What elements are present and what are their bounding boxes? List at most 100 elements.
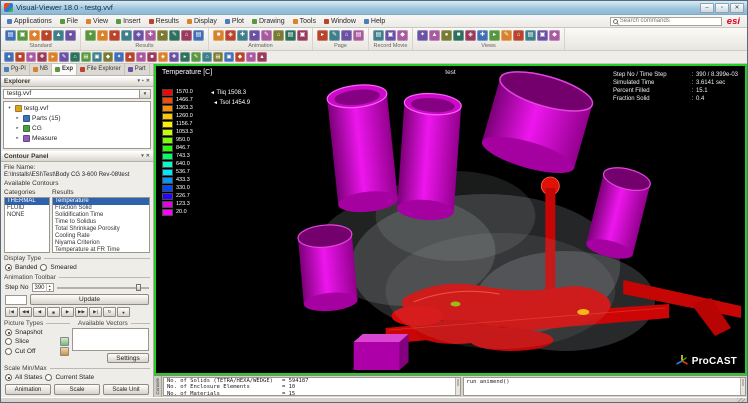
zoom-out-icon[interactable]: ▣ — [537, 30, 548, 41]
tree-item[interactable]: ▸CG — [4, 123, 150, 133]
select-icon[interactable]: ▸ — [48, 52, 58, 62]
menu-applications[interactable]: Applications — [3, 15, 56, 27]
cut-section-icon[interactable]: ● — [109, 30, 120, 41]
first-button[interactable]: |◀ — [5, 307, 18, 317]
console-scrollbar[interactable] — [455, 378, 460, 395]
cutoff-icon[interactable] — [60, 347, 69, 356]
menu-results[interactable]: Results — [145, 15, 183, 27]
undo-icon[interactable]: ◈ — [26, 52, 36, 62]
anim-settings-icon[interactable]: ▣ — [297, 30, 308, 41]
command-console[interactable]: run animend() — [463, 377, 746, 396]
bottom-view-icon[interactable]: ▸ — [489, 30, 500, 41]
front-view-icon[interactable]: ▲ — [429, 30, 440, 41]
current-state-radio[interactable] — [45, 374, 52, 381]
viewport-3d[interactable]: Temperature [C] test 1570.01466.71363.31… — [154, 64, 747, 375]
scale-button[interactable]: Scale — [54, 384, 100, 395]
image-icon[interactable]: ✎ — [169, 30, 180, 41]
min-max-icon[interactable]: ◈ — [133, 30, 144, 41]
results-list[interactable]: TemperatureFraction SolidSolidification … — [52, 197, 150, 253]
vectors-list[interactable] — [72, 328, 149, 351]
export-video-icon[interactable]: ◆ — [397, 30, 408, 41]
pan-icon[interactable]: ⌂ — [513, 30, 524, 41]
command-scrollbar[interactable] — [740, 378, 745, 395]
spinner-arrows-icon[interactable]: ▲▼ — [46, 284, 52, 292]
banded-radio[interactable] — [5, 264, 12, 271]
list-item[interactable]: Total Shrinkage Porosity — [53, 226, 149, 233]
print-icon[interactable]: ✦ — [41, 30, 52, 41]
list-item[interactable]: FLUID — [5, 205, 49, 212]
play-icon[interactable]: ✚ — [237, 30, 248, 41]
prev-frame-icon[interactable]: ◈ — [225, 30, 236, 41]
close-icon[interactable]: ✕ — [146, 153, 150, 160]
perspective-icon[interactable]: ▸ — [180, 52, 190, 62]
hide-icon[interactable]: ⌂ — [70, 52, 80, 62]
light-icon[interactable]: ✚ — [169, 52, 179, 62]
menu-display[interactable]: Display — [183, 15, 221, 27]
annotation-icon[interactable]: ▸ — [157, 30, 168, 41]
refresh-icon[interactable]: ✦ — [246, 52, 256, 62]
update-button[interactable]: Update — [30, 294, 149, 305]
axis-icon[interactable]: ✎ — [191, 52, 201, 62]
frame-box[interactable] — [5, 295, 27, 305]
zoom-in-icon[interactable]: ▤ — [525, 30, 536, 41]
list-item[interactable]: NONE — [5, 212, 49, 219]
wireframe-icon[interactable]: ▣ — [92, 52, 102, 62]
list-item[interactable]: Time to Solidus — [53, 219, 149, 226]
tree-expander-icon[interactable]: ▾ — [6, 105, 13, 111]
background-icon[interactable]: ▤ — [213, 52, 223, 62]
list-item[interactable]: Temperature at FR Time — [53, 247, 149, 253]
probe-icon[interactable]: ■ — [121, 30, 132, 41]
transparency-icon[interactable]: ▲ — [125, 52, 135, 62]
left-view-icon[interactable]: ■ — [453, 30, 464, 41]
tab-part[interactable]: Part — [125, 64, 150, 75]
tree-item[interactable]: ▾testg.vvf — [4, 103, 150, 113]
all-states-radio[interactable] — [5, 374, 12, 381]
snapshot-radio[interactable] — [5, 329, 12, 336]
play-button[interactable]: ▶ — [61, 307, 74, 317]
list-item[interactable]: Solidification Time — [53, 212, 149, 219]
measure-icon[interactable]: ■ — [147, 52, 157, 62]
tree-item[interactable]: ▸Parts (15) — [4, 113, 150, 123]
list-item[interactable]: THERMAL — [5, 198, 49, 205]
close-icon[interactable]: ✕ — [146, 78, 150, 85]
settings-button[interactable]: Settings — [107, 353, 149, 363]
snapshot-icon[interactable]: ▣ — [385, 30, 396, 41]
menu-drawing[interactable]: Drawing — [248, 15, 289, 27]
sync-icon[interactable]: ▤ — [193, 30, 204, 41]
tab-pg-pl[interactable]: Pg-Pl — [1, 64, 30, 75]
menu-plot[interactable]: Plot — [221, 15, 248, 27]
cutoff-radio[interactable] — [5, 348, 12, 355]
tree-item[interactable]: ▸Measure — [4, 133, 150, 143]
list-item[interactable]: Fraction Solid — [53, 205, 149, 212]
chart-icon[interactable]: ✚ — [145, 30, 156, 41]
slice-radio[interactable] — [5, 338, 12, 345]
undock-icon[interactable]: ▾ — [138, 78, 141, 85]
record-button[interactable]: ● — [117, 307, 130, 317]
model-3d[interactable] — [156, 66, 745, 373]
tree-expander-icon[interactable]: ▸ — [14, 115, 21, 121]
step-input[interactable]: 390 ▲▼ — [32, 283, 54, 292]
tab-nb[interactable]: NB — [30, 64, 52, 75]
new-page-icon[interactable]: ▸ — [317, 30, 328, 41]
redo-icon[interactable]: ✚ — [37, 52, 47, 62]
page-layout-icon[interactable]: ✎ — [329, 30, 340, 41]
explode-icon[interactable]: ● — [136, 52, 146, 62]
message-console[interactable]: No. of Solids (TETRA/HEXA/WEDGE)= 594187… — [163, 377, 461, 396]
iso-view-icon[interactable]: ✦ — [417, 30, 428, 41]
contour-icon[interactable]: ✦ — [85, 30, 96, 41]
slider-thumb[interactable] — [136, 284, 141, 291]
menu-view[interactable]: View — [82, 15, 112, 27]
color-map-icon[interactable]: ◆ — [235, 52, 245, 62]
shaded-icon[interactable]: ◆ — [103, 52, 113, 62]
save-state-icon[interactable]: ■ — [15, 52, 25, 62]
report-icon[interactable]: ⌂ — [181, 30, 192, 41]
clip-icon[interactable]: ◈ — [158, 52, 168, 62]
record-movie-icon[interactable]: ▤ — [373, 30, 384, 41]
open-icon[interactable]: ▣ — [17, 30, 28, 41]
step-slider[interactable] — [57, 283, 150, 292]
list-item[interactable]: Cooling Rate — [53, 233, 149, 240]
search-input[interactable] — [620, 18, 719, 24]
tab-exp[interactable]: Exp — [52, 64, 77, 75]
save-icon[interactable]: ◆ — [29, 30, 40, 41]
stop-button[interactable]: ■ — [47, 307, 60, 317]
